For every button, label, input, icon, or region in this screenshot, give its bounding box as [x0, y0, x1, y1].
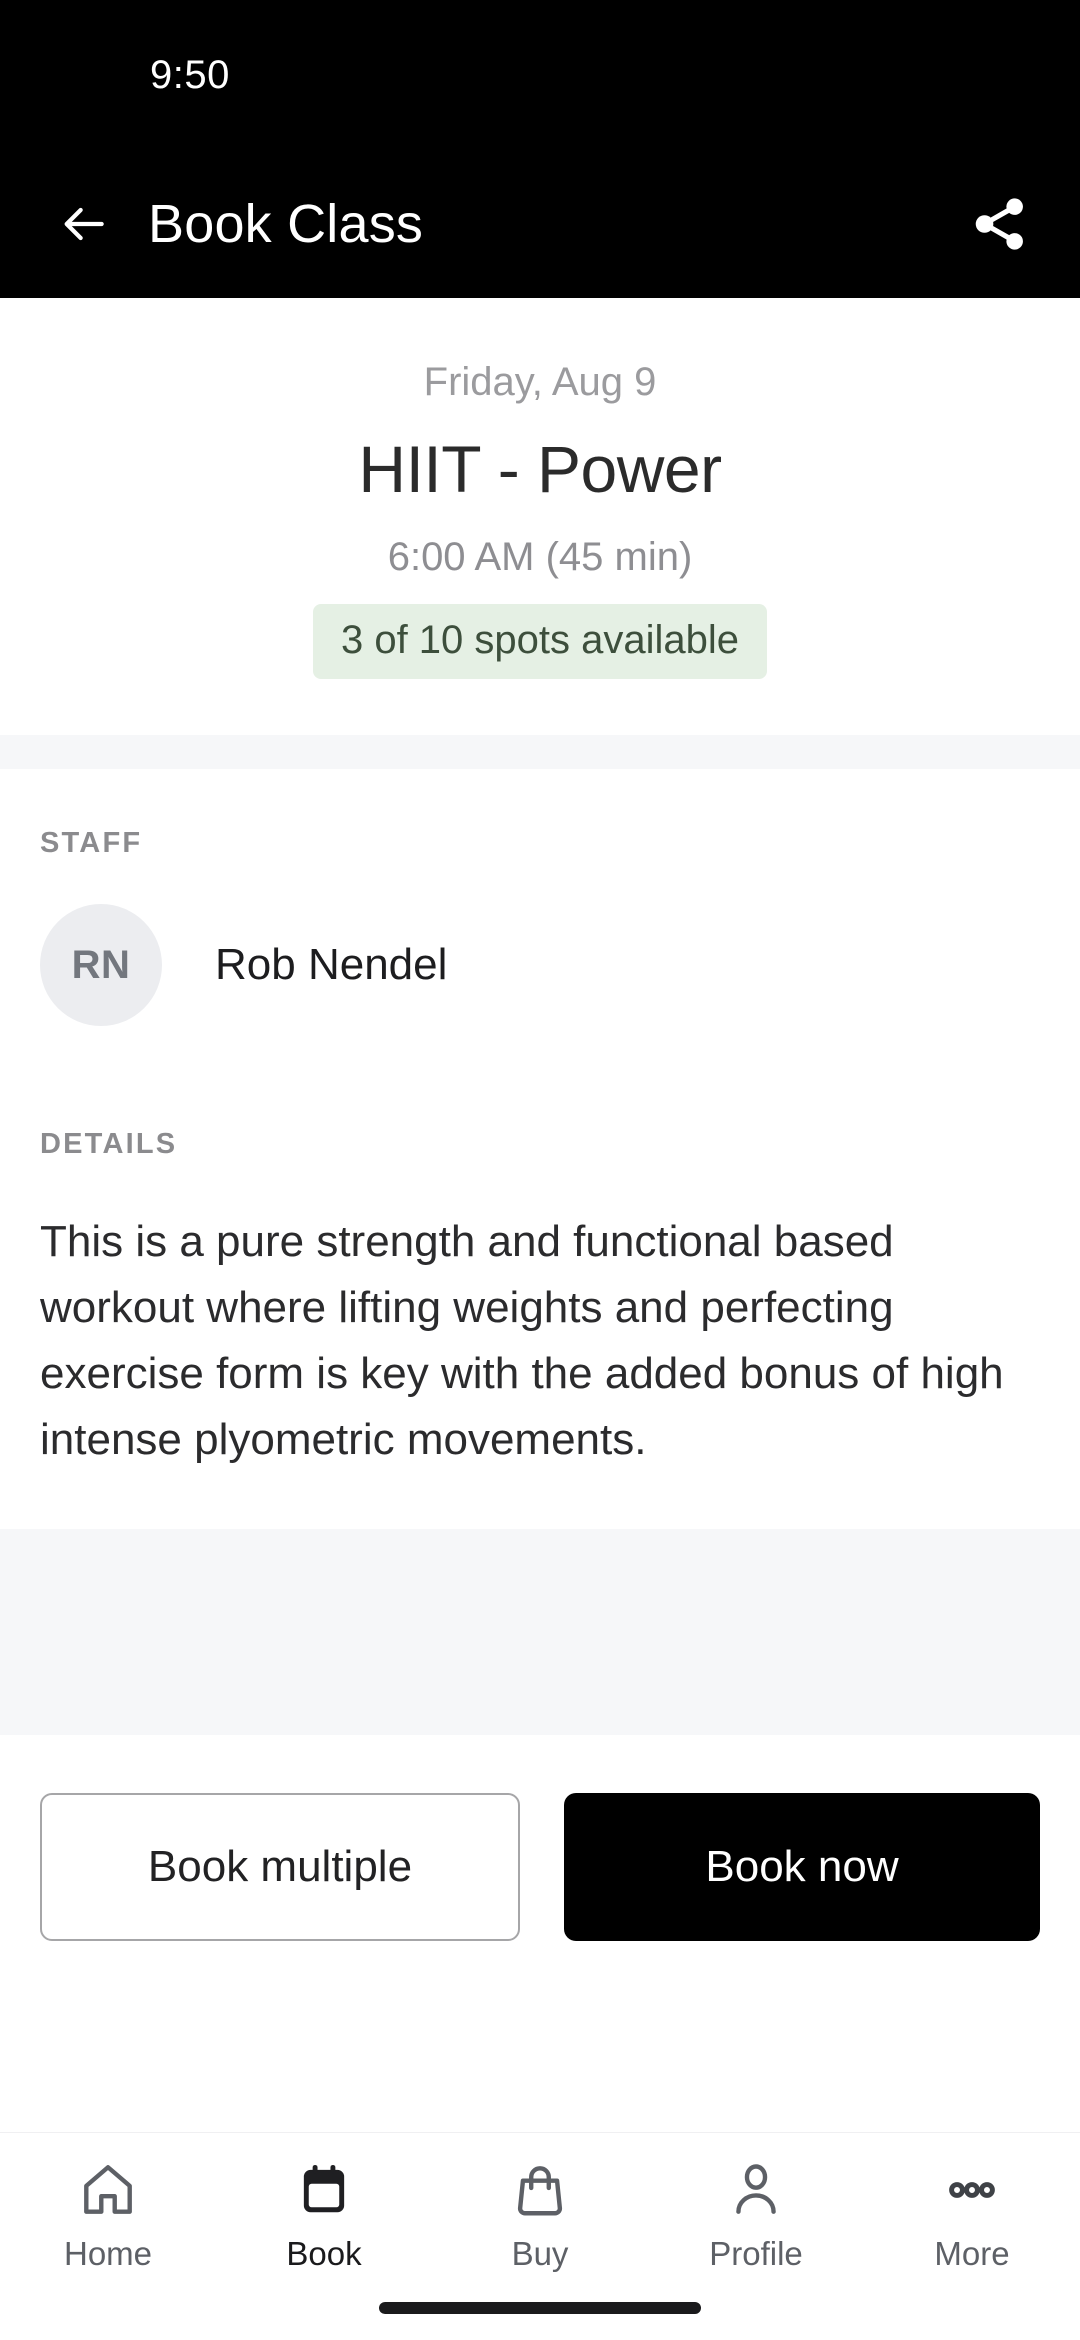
home-icon — [77, 2159, 139, 2221]
home-indicator — [379, 2302, 701, 2314]
nav-label-profile: Profile — [709, 2235, 803, 2272]
more-dots-icon — [941, 2159, 1003, 2221]
nav-label-book: Book — [286, 2235, 362, 2272]
arrow-left-icon — [64, 207, 104, 241]
book-multiple-button[interactable]: Book multiple — [40, 1793, 520, 1941]
staff-name: Rob Nendel — [215, 940, 448, 989]
book-now-button[interactable]: Book now — [564, 1793, 1040, 1941]
details-description: This is a pure strength and functional b… — [40, 1217, 1004, 1464]
class-summary-card: Friday, Aug 9 HIIT - Power 6:00 AM (45 m… — [0, 298, 1080, 735]
nav-item-more[interactable]: More — [864, 2159, 1080, 2273]
nav-label-more: More — [934, 2235, 1010, 2272]
staff-section-label: STAFF — [40, 827, 143, 859]
status-bar: 9:50 — [0, 0, 1080, 150]
app-screen: 9:50 Book Class Friday, Aug 9 HIIT - Pow… — [0, 0, 1080, 2340]
app-bar: Book Class — [0, 150, 1080, 298]
class-name: HIIT - Power — [358, 432, 722, 506]
staff-avatar: RN — [40, 904, 162, 1026]
class-time-duration: 6:00 AM (45 min) — [387, 535, 693, 579]
class-date: Friday, Aug 9 — [423, 360, 657, 404]
spots-available-badge: 3 of 10 spots available — [312, 604, 768, 679]
section-divider-bottom — [0, 1529, 1080, 1735]
back-button[interactable] — [52, 193, 114, 255]
calendar-icon — [293, 2159, 355, 2221]
nav-item-profile[interactable]: Profile — [648, 2159, 864, 2273]
details-section-label: DETAILS — [40, 1128, 178, 1160]
status-bar-clock: 9:50 — [150, 52, 230, 97]
nav-item-book[interactable]: Book — [216, 2159, 432, 2273]
share-button[interactable] — [964, 188, 1036, 260]
details-section: DETAILS This is a pure strength and func… — [0, 1070, 1080, 1529]
page-title: Book Class — [148, 194, 424, 254]
bottom-navigation-bar: Home Book Buy Profile More — [0, 2132, 1080, 2340]
nav-label-home: Home — [63, 2235, 153, 2272]
staff-list-item[interactable]: RN Rob Nendel — [40, 870, 1040, 1070]
nav-item-home[interactable]: Home — [0, 2159, 216, 2273]
action-bar: Book multiple Book now — [0, 1735, 1080, 1981]
nav-item-buy[interactable]: Buy — [432, 2159, 648, 2273]
person-icon — [725, 2159, 787, 2221]
section-divider-top — [0, 735, 1080, 769]
nav-label-buy: Buy — [511, 2235, 569, 2272]
shopping-bag-icon — [509, 2159, 571, 2221]
share-icon — [975, 198, 1023, 250]
staff-section: STAFF RN Rob Nendel — [0, 769, 1080, 1070]
